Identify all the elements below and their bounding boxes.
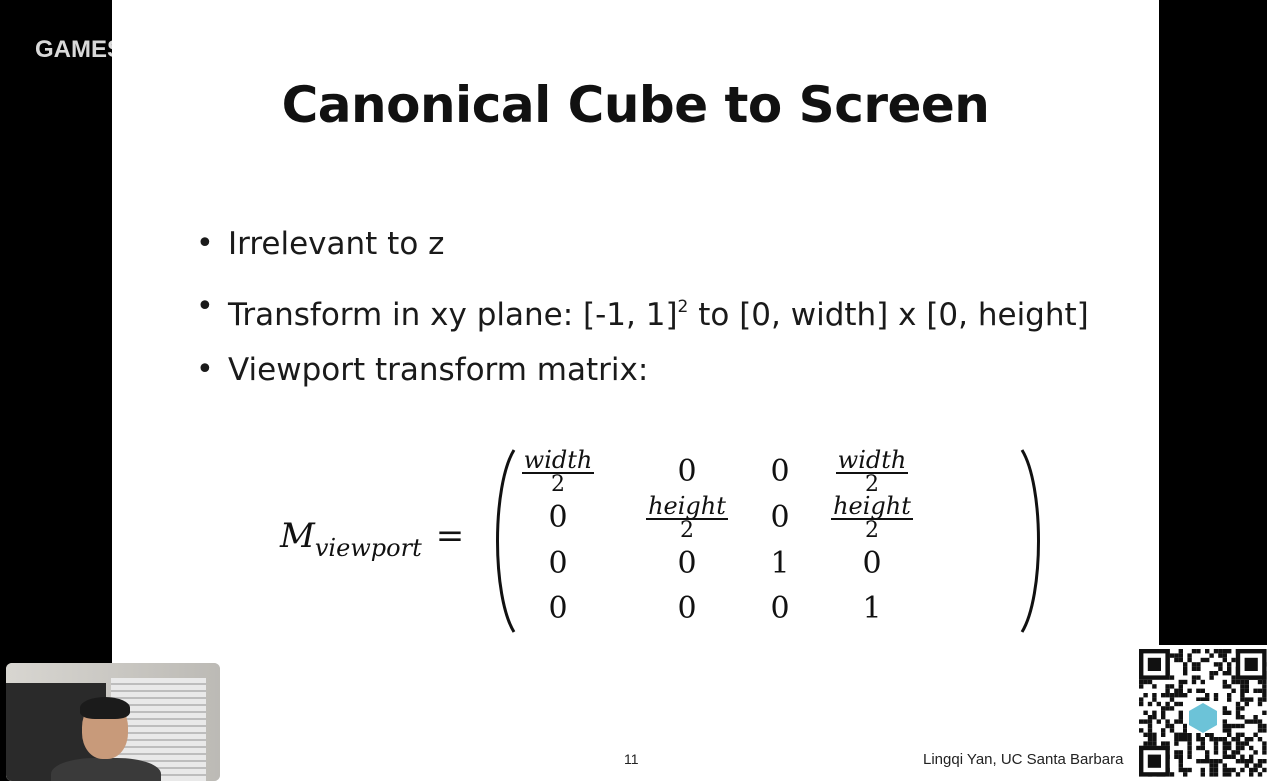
fraction-denominator: 2 (680, 518, 694, 543)
bullet-item: • Viewport transform matrix: (196, 348, 1089, 411)
matrix-cell: 0 (677, 591, 697, 626)
matrix-fraction: width 2 (817, 448, 927, 496)
bullet-dot: • (196, 352, 214, 387)
equals-sign: = (435, 516, 465, 556)
bullet-text: Viewport transform matrix: (228, 352, 649, 388)
matrix-cell: 0 (677, 546, 697, 581)
bullet-dot: • (196, 226, 214, 261)
page-number: 11 (624, 751, 639, 767)
bullet-text: Irrelevant to z (228, 226, 445, 262)
fraction-denominator: 2 (865, 518, 879, 543)
matrix-cell: 1 (862, 591, 882, 626)
qr-code-icon (1139, 645, 1267, 781)
slide: Canonical Cube to Screen • Irrelevant to… (112, 0, 1159, 781)
matrix-symbol: M (280, 516, 315, 556)
right-paren-icon (1020, 449, 1040, 633)
matrix-fraction: height 2 (817, 494, 927, 542)
bullet-text: Transform in xy plane: [-1, 1] (228, 297, 678, 333)
matrix-fraction: width 2 (503, 448, 613, 496)
matrix-cell: 0 (548, 591, 568, 626)
matrix-cell: 0 (770, 454, 790, 489)
viewport-matrix-equation: Mviewport = width 2 0 0 width 2 0 height 2 0 height… (280, 446, 1040, 636)
bullet-text-tail: to [0, width] x [0, height] (688, 297, 1089, 333)
matrix-fraction: height 2 (632, 494, 742, 542)
bullet-dot: • (196, 289, 214, 324)
matrix-cell: 0 (770, 591, 790, 626)
fraction-numerator: height (831, 492, 913, 520)
slide-title: Canonical Cube to Screen (281, 76, 990, 134)
slide-author: Lingqi Yan, UC Santa Barbara (923, 751, 1124, 768)
matrix-cell: 0 (548, 500, 568, 535)
matrix-cell: 1 (770, 546, 790, 581)
matrix-cell: 0 (770, 500, 790, 535)
presenter-body (51, 758, 161, 781)
superscript: 2 (677, 297, 689, 317)
fraction-numerator: width (521, 446, 595, 474)
presenter-hair (80, 697, 130, 719)
bullet-item: • Irrelevant to z (196, 222, 1089, 285)
fraction-numerator: width (835, 446, 909, 474)
webcam-feed (6, 663, 220, 781)
matrix-subscript: viewport (314, 534, 422, 562)
watermark-text: GAMES-Webinar (35, 36, 226, 63)
fraction-denominator: 2 (551, 472, 565, 497)
matrix-cell: 0 (862, 546, 882, 581)
matrix-cell: 0 (548, 546, 568, 581)
equation-lhs: Mviewport = (280, 516, 464, 562)
fraction-numerator: height (646, 492, 728, 520)
matrix-cell: 0 (677, 454, 697, 489)
bullet-item: • Transform in xy plane: [-1, 1]2 to [0,… (196, 285, 1089, 348)
bullet-list: • Irrelevant to z • Transform in xy plan… (196, 222, 1089, 411)
